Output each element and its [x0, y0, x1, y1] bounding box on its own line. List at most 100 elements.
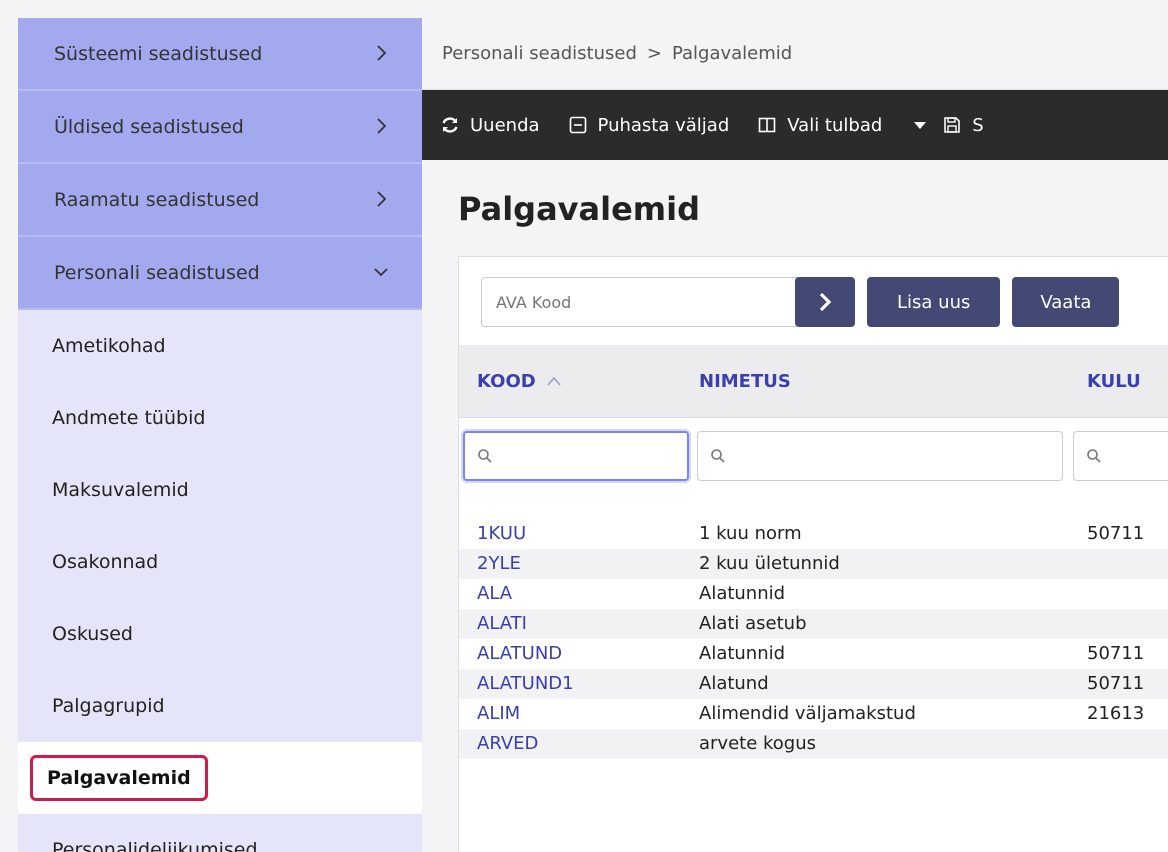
refresh-label: Uuenda: [470, 114, 540, 136]
sidebar-item-oskused[interactable]: Oskused: [18, 598, 422, 670]
caret-down-icon: [914, 122, 927, 129]
save-button[interactable]: S: [942, 114, 984, 136]
sidebar-group-label: Raamatu seadistused: [54, 188, 260, 211]
cell-name: Alatunnid: [699, 583, 786, 604]
sidebar-item-label: Palgagrupid: [52, 695, 165, 717]
table-body: 1KUU 1 kuu norm 50711 2YLE 2 kuu ületunn…: [459, 519, 1168, 759]
cell-kulu: 50711: [1087, 673, 1145, 694]
sidebar-group-susteemi[interactable]: Süsteemi seadistused: [18, 18, 422, 91]
column-header-kulu[interactable]: KULU: [1087, 371, 1141, 392]
content-panel: Lisa uus Vaata KOOD NIMETUS KULU: [458, 256, 1168, 852]
open-code-input[interactable]: [481, 277, 801, 327]
cell-code[interactable]: ALA: [477, 579, 512, 609]
dropdown-toggle[interactable]: [910, 115, 930, 135]
cell-name: 1 kuu norm: [699, 523, 802, 544]
sidebar-item-label-highlighted: Palgavalemid: [30, 755, 208, 801]
add-new-button[interactable]: Lisa uus: [867, 277, 1001, 327]
sidebar-item-label: Andmete tüübid: [52, 407, 206, 429]
cell-code[interactable]: ALATUND: [477, 639, 562, 669]
table-row[interactable]: ALATI Alati asetub: [459, 609, 1168, 639]
search-icon: [711, 449, 725, 463]
column-header-label: NIMETUS: [699, 370, 791, 392]
cell-code[interactable]: ALIM: [477, 699, 520, 729]
sidebar: Süsteemi seadistused Üldised seadistused…: [18, 18, 422, 852]
sidebar-item-ametikohad[interactable]: Ametikohad: [18, 310, 422, 382]
table-row[interactable]: 2YLE 2 kuu ületunnid: [459, 549, 1168, 579]
cell-kulu: 50711: [1087, 643, 1145, 664]
cell-name: 2 kuu ületunnid: [699, 553, 840, 574]
sidebar-item-label: Maksuvalemid: [52, 479, 189, 501]
table-row[interactable]: ALATUND Alatunnid 50711: [459, 639, 1168, 669]
chevron-right-icon: [377, 45, 387, 61]
sidebar-item-maksuvalemid[interactable]: Maksuvalemid: [18, 454, 422, 526]
sidebar-item-label: Personalideliikumised: [52, 839, 258, 852]
save-icon: [944, 117, 961, 133]
clear-fields-button[interactable]: Puhasta väljad: [568, 114, 730, 136]
sort-ascending-icon: [547, 376, 561, 386]
cell-code[interactable]: 1KUU: [477, 519, 526, 549]
toolbar: Uuenda Puhasta väljad Vali tulbad S: [422, 90, 1168, 160]
cell-kulu: 21613: [1087, 703, 1145, 724]
sidebar-group-uldised[interactable]: Üldised seadistused: [18, 91, 422, 164]
cell-code[interactable]: 2YLE: [477, 549, 521, 579]
choose-columns-button[interactable]: Vali tulbad: [757, 115, 882, 136]
sidebar-group-label: Üldised seadistused: [54, 115, 244, 138]
breadcrumb-separator: >: [646, 43, 662, 64]
table-row[interactable]: ARVED arvete kogus: [459, 729, 1168, 759]
table-row[interactable]: ALATUND1 Alatund 50711: [459, 669, 1168, 699]
chevron-right-icon: [819, 292, 832, 312]
open-record-bar: Lisa uus Vaata: [481, 277, 1120, 327]
column-header-label: KOOD: [477, 370, 536, 392]
breadcrumb-current: Palgavalemid: [671, 43, 793, 64]
column-header-nimetus[interactable]: NIMETUS: [699, 371, 791, 392]
view-label: Vaata: [1040, 291, 1092, 313]
sidebar-item-palgagrupid[interactable]: Palgagrupid: [18, 670, 422, 742]
cell-name: Alatunnid: [699, 643, 786, 664]
save-label: S: [972, 114, 984, 136]
filter-nimetus-input[interactable]: [697, 431, 1063, 481]
sidebar-item-label: Osakonnad: [52, 551, 159, 573]
filter-row: [459, 417, 1168, 497]
refresh-icon: [442, 117, 458, 133]
table-row[interactable]: ALIM Alimendid väljamakstud 21613: [459, 699, 1168, 729]
sidebar-group-label: Süsteemi seadistused: [54, 42, 263, 65]
go-button[interactable]: [795, 277, 855, 327]
sidebar-group-personali[interactable]: Personali seadistused: [18, 237, 422, 310]
add-new-label: Lisa uus: [897, 291, 971, 313]
search-icon: [1087, 449, 1101, 463]
table-row[interactable]: 1KUU 1 kuu norm 50711: [459, 519, 1168, 549]
sidebar-item-palgavalemid[interactable]: Palgavalemid: [18, 742, 422, 814]
breadcrumb-parent[interactable]: Personali seadistused: [442, 43, 637, 64]
cell-kulu: 50711: [1087, 523, 1145, 544]
cell-code[interactable]: ALATI: [477, 609, 527, 639]
sidebar-item-andmete-tuubid[interactable]: Andmete tüübid: [18, 382, 422, 454]
sidebar-item-osakonnad[interactable]: Osakonnad: [18, 526, 422, 598]
search-icon: [478, 449, 492, 463]
filter-kulu-input[interactable]: [1073, 431, 1168, 481]
clear-fields-label: Puhasta väljad: [597, 114, 730, 136]
main-content: Personali seadistused > Palgavalemid Uue…: [422, 18, 1168, 852]
app-window: Süsteemi seadistused Üldised seadistused…: [0, 0, 1168, 852]
chevron-down-icon: [374, 268, 388, 277]
columns-icon: [758, 117, 776, 133]
chevron-right-icon: [377, 191, 387, 207]
chevron-right-icon: [377, 118, 387, 134]
sidebar-item-personalideliikumised[interactable]: Personalideliikumised: [18, 814, 422, 852]
cell-name: Alatund: [699, 673, 769, 694]
cell-code[interactable]: ARVED: [477, 729, 538, 759]
page-title: Palgavalemid: [458, 190, 700, 228]
refresh-button[interactable]: Uuenda: [440, 115, 540, 136]
table-row[interactable]: ALA Alatunnid: [459, 579, 1168, 609]
table-header: KOOD NIMETUS KULU: [459, 345, 1168, 418]
cell-name: Alimendid väljamakstud: [699, 703, 916, 724]
sidebar-group-raamatu[interactable]: Raamatu seadistused: [18, 164, 422, 237]
cell-name: arvete kogus: [699, 733, 817, 754]
column-header-label: KULU: [1087, 370, 1141, 392]
view-button[interactable]: Vaata: [1012, 277, 1120, 327]
sidebar-item-label: Ametikohad: [52, 335, 166, 357]
breadcrumb: Personali seadistused > Palgavalemid: [422, 18, 1168, 90]
filter-kood-input[interactable]: [463, 431, 689, 481]
cell-code[interactable]: ALATUND1: [477, 669, 574, 699]
sidebar-item-label: Oskused: [52, 623, 133, 645]
column-header-kood[interactable]: KOOD: [477, 371, 562, 392]
